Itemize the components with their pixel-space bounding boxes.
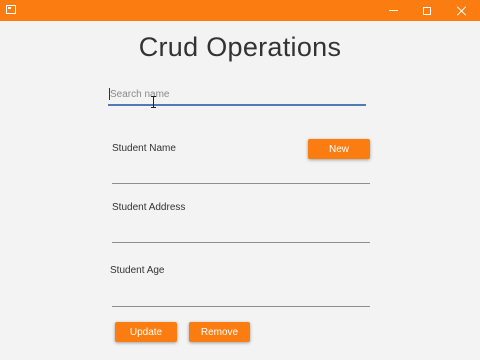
update-button[interactable]: Update xyxy=(115,322,177,342)
page-title: Crud Operations xyxy=(138,32,342,62)
student-age-field[interactable] xyxy=(112,289,370,307)
search-input[interactable] xyxy=(108,84,366,106)
app-icon xyxy=(6,5,16,14)
student-age-label: Student Age xyxy=(110,265,165,276)
student-name-label: Student Name xyxy=(112,143,176,154)
student-name-field[interactable] xyxy=(112,166,370,184)
maximize-button[interactable] xyxy=(412,0,442,21)
text-caret xyxy=(109,88,110,100)
maximize-icon xyxy=(423,6,431,15)
student-address-label: Student Address xyxy=(112,202,186,213)
minimize-icon xyxy=(388,10,398,11)
new-button[interactable]: New xyxy=(308,139,370,159)
remove-button[interactable]: Remove xyxy=(189,322,250,342)
app-window: Crud Operations Student Name New Student… xyxy=(0,0,480,360)
text-cursor-icon xyxy=(151,96,157,108)
title-bar[interactable] xyxy=(0,0,480,21)
student-address-field[interactable] xyxy=(112,225,370,243)
close-button[interactable] xyxy=(446,0,476,21)
minimize-button[interactable] xyxy=(378,0,408,21)
close-icon xyxy=(456,6,466,16)
